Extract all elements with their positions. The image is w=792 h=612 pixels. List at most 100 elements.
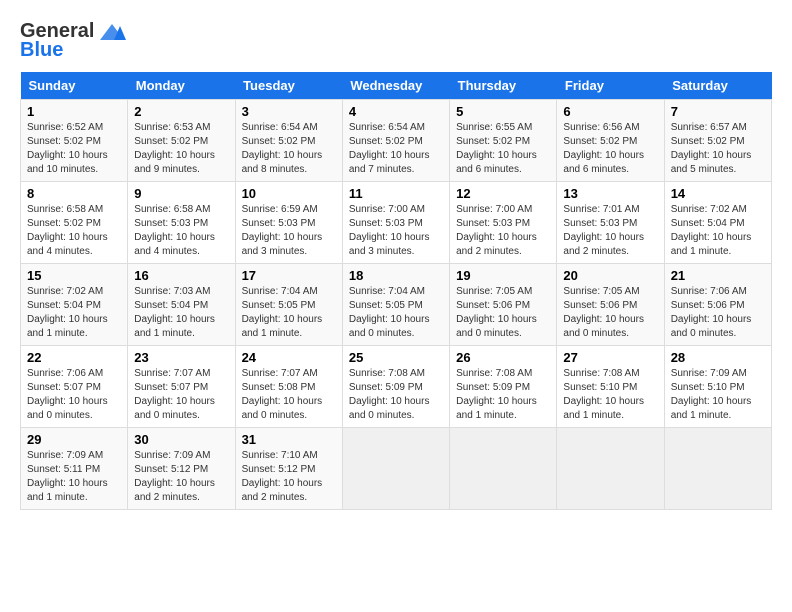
calendar-week-row: 22 Sunrise: 7:06 AMSunset: 5:07 PMDaylig… bbox=[21, 346, 772, 428]
calendar-table: SundayMondayTuesdayWednesdayThursdayFrid… bbox=[20, 72, 772, 510]
calendar-day-cell bbox=[342, 428, 449, 510]
calendar-day-cell: 28 Sunrise: 7:09 AMSunset: 5:10 PMDaylig… bbox=[664, 346, 771, 428]
calendar-day-cell: 17 Sunrise: 7:04 AMSunset: 5:05 PMDaylig… bbox=[235, 264, 342, 346]
day-number: 25 bbox=[349, 350, 443, 365]
day-number: 4 bbox=[349, 104, 443, 119]
day-number: 16 bbox=[134, 268, 228, 283]
day-number: 20 bbox=[563, 268, 657, 283]
day-info: Sunrise: 7:09 AMSunset: 5:10 PMDaylight:… bbox=[671, 368, 752, 421]
calendar-day-cell: 2 Sunrise: 6:53 AMSunset: 5:02 PMDayligh… bbox=[128, 100, 235, 182]
calendar-day-header: Tuesday bbox=[235, 72, 342, 100]
day-info: Sunrise: 7:04 AMSunset: 5:05 PMDaylight:… bbox=[242, 286, 323, 339]
calendar-day-cell: 22 Sunrise: 7:06 AMSunset: 5:07 PMDaylig… bbox=[21, 346, 128, 428]
day-number: 29 bbox=[27, 432, 121, 447]
day-info: Sunrise: 6:56 AMSunset: 5:02 PMDaylight:… bbox=[563, 122, 644, 175]
calendar-day-cell: 6 Sunrise: 6:56 AMSunset: 5:02 PMDayligh… bbox=[557, 100, 664, 182]
day-info: Sunrise: 7:06 AMSunset: 5:07 PMDaylight:… bbox=[27, 368, 108, 421]
calendar-day-cell: 4 Sunrise: 6:54 AMSunset: 5:02 PMDayligh… bbox=[342, 100, 449, 182]
calendar-day-cell: 31 Sunrise: 7:10 AMSunset: 5:12 PMDaylig… bbox=[235, 428, 342, 510]
day-info: Sunrise: 7:02 AMSunset: 5:04 PMDaylight:… bbox=[27, 286, 108, 339]
calendar-day-cell: 26 Sunrise: 7:08 AMSunset: 5:09 PMDaylig… bbox=[450, 346, 557, 428]
day-number: 18 bbox=[349, 268, 443, 283]
calendar-day-cell: 23 Sunrise: 7:07 AMSunset: 5:07 PMDaylig… bbox=[128, 346, 235, 428]
calendar-day-header: Friday bbox=[557, 72, 664, 100]
calendar-day-cell: 24 Sunrise: 7:07 AMSunset: 5:08 PMDaylig… bbox=[235, 346, 342, 428]
day-number: 21 bbox=[671, 268, 765, 283]
day-number: 2 bbox=[134, 104, 228, 119]
day-info: Sunrise: 6:55 AMSunset: 5:02 PMDaylight:… bbox=[456, 122, 537, 175]
day-number: 7 bbox=[671, 104, 765, 119]
calendar-week-row: 29 Sunrise: 7:09 AMSunset: 5:11 PMDaylig… bbox=[21, 428, 772, 510]
calendar-day-cell: 9 Sunrise: 6:58 AMSunset: 5:03 PMDayligh… bbox=[128, 182, 235, 264]
day-info: Sunrise: 7:08 AMSunset: 5:09 PMDaylight:… bbox=[349, 368, 430, 421]
day-number: 26 bbox=[456, 350, 550, 365]
day-number: 8 bbox=[27, 186, 121, 201]
day-info: Sunrise: 7:07 AMSunset: 5:08 PMDaylight:… bbox=[242, 368, 323, 421]
day-number: 15 bbox=[27, 268, 121, 283]
calendar-day-header: Monday bbox=[128, 72, 235, 100]
calendar-day-cell: 11 Sunrise: 7:00 AMSunset: 5:03 PMDaylig… bbox=[342, 182, 449, 264]
day-info: Sunrise: 7:01 AMSunset: 5:03 PMDaylight:… bbox=[563, 204, 644, 257]
calendar-week-row: 8 Sunrise: 6:58 AMSunset: 5:02 PMDayligh… bbox=[21, 182, 772, 264]
day-number: 28 bbox=[671, 350, 765, 365]
calendar-day-cell: 27 Sunrise: 7:08 AMSunset: 5:10 PMDaylig… bbox=[557, 346, 664, 428]
calendar-day-cell: 16 Sunrise: 7:03 AMSunset: 5:04 PMDaylig… bbox=[128, 264, 235, 346]
calendar-day-cell: 21 Sunrise: 7:06 AMSunset: 5:06 PMDaylig… bbox=[664, 264, 771, 346]
calendar-day-cell: 7 Sunrise: 6:57 AMSunset: 5:02 PMDayligh… bbox=[664, 100, 771, 182]
logo-icon bbox=[98, 22, 126, 42]
calendar-day-cell: 1 Sunrise: 6:52 AMSunset: 5:02 PMDayligh… bbox=[21, 100, 128, 182]
day-info: Sunrise: 6:54 AMSunset: 5:02 PMDaylight:… bbox=[242, 122, 323, 175]
calendar-day-cell bbox=[450, 428, 557, 510]
day-number: 10 bbox=[242, 186, 336, 201]
day-number: 17 bbox=[242, 268, 336, 283]
day-info: Sunrise: 7:07 AMSunset: 5:07 PMDaylight:… bbox=[134, 368, 215, 421]
calendar-week-row: 15 Sunrise: 7:02 AMSunset: 5:04 PMDaylig… bbox=[21, 264, 772, 346]
calendar-day-header: Saturday bbox=[664, 72, 771, 100]
calendar-day-header: Sunday bbox=[21, 72, 128, 100]
header: General Blue bbox=[20, 20, 772, 62]
calendar-day-cell: 12 Sunrise: 7:00 AMSunset: 5:03 PMDaylig… bbox=[450, 182, 557, 264]
day-number: 13 bbox=[563, 186, 657, 201]
day-number: 30 bbox=[134, 432, 228, 447]
day-info: Sunrise: 7:00 AMSunset: 5:03 PMDaylight:… bbox=[349, 204, 430, 257]
day-number: 19 bbox=[456, 268, 550, 283]
day-number: 1 bbox=[27, 104, 121, 119]
calendar-day-cell: 18 Sunrise: 7:04 AMSunset: 5:05 PMDaylig… bbox=[342, 264, 449, 346]
calendar-day-cell: 8 Sunrise: 6:58 AMSunset: 5:02 PMDayligh… bbox=[21, 182, 128, 264]
day-info: Sunrise: 7:08 AMSunset: 5:10 PMDaylight:… bbox=[563, 368, 644, 421]
calendar-day-cell bbox=[557, 428, 664, 510]
calendar-day-cell: 5 Sunrise: 6:55 AMSunset: 5:02 PMDayligh… bbox=[450, 100, 557, 182]
calendar-day-header: Wednesday bbox=[342, 72, 449, 100]
day-number: 9 bbox=[134, 186, 228, 201]
calendar-day-cell: 25 Sunrise: 7:08 AMSunset: 5:09 PMDaylig… bbox=[342, 346, 449, 428]
calendar-day-cell: 20 Sunrise: 7:05 AMSunset: 5:06 PMDaylig… bbox=[557, 264, 664, 346]
day-info: Sunrise: 7:05 AMSunset: 5:06 PMDaylight:… bbox=[456, 286, 537, 339]
calendar-day-cell: 30 Sunrise: 7:09 AMSunset: 5:12 PMDaylig… bbox=[128, 428, 235, 510]
day-info: Sunrise: 7:09 AMSunset: 5:11 PMDaylight:… bbox=[27, 450, 108, 503]
day-info: Sunrise: 7:08 AMSunset: 5:09 PMDaylight:… bbox=[456, 368, 537, 421]
calendar-body: 1 Sunrise: 6:52 AMSunset: 5:02 PMDayligh… bbox=[21, 100, 772, 510]
calendar-day-cell: 14 Sunrise: 7:02 AMSunset: 5:04 PMDaylig… bbox=[664, 182, 771, 264]
day-info: Sunrise: 6:52 AMSunset: 5:02 PMDaylight:… bbox=[27, 122, 108, 175]
day-number: 3 bbox=[242, 104, 336, 119]
day-info: Sunrise: 7:00 AMSunset: 5:03 PMDaylight:… bbox=[456, 204, 537, 257]
calendar-day-cell: 3 Sunrise: 6:54 AMSunset: 5:02 PMDayligh… bbox=[235, 100, 342, 182]
day-info: Sunrise: 7:09 AMSunset: 5:12 PMDaylight:… bbox=[134, 450, 215, 503]
day-info: Sunrise: 7:04 AMSunset: 5:05 PMDaylight:… bbox=[349, 286, 430, 339]
logo: General Blue bbox=[20, 20, 126, 62]
day-info: Sunrise: 7:05 AMSunset: 5:06 PMDaylight:… bbox=[563, 286, 644, 339]
day-info: Sunrise: 6:58 AMSunset: 5:02 PMDaylight:… bbox=[27, 204, 108, 257]
calendar-day-cell: 15 Sunrise: 7:02 AMSunset: 5:04 PMDaylig… bbox=[21, 264, 128, 346]
day-number: 27 bbox=[563, 350, 657, 365]
day-info: Sunrise: 6:58 AMSunset: 5:03 PMDaylight:… bbox=[134, 204, 215, 257]
day-info: Sunrise: 7:06 AMSunset: 5:06 PMDaylight:… bbox=[671, 286, 752, 339]
calendar-day-header: Thursday bbox=[450, 72, 557, 100]
calendar-day-cell: 13 Sunrise: 7:01 AMSunset: 5:03 PMDaylig… bbox=[557, 182, 664, 264]
day-info: Sunrise: 7:02 AMSunset: 5:04 PMDaylight:… bbox=[671, 204, 752, 257]
day-number: 23 bbox=[134, 350, 228, 365]
day-info: Sunrise: 7:10 AMSunset: 5:12 PMDaylight:… bbox=[242, 450, 323, 503]
day-info: Sunrise: 6:54 AMSunset: 5:02 PMDaylight:… bbox=[349, 122, 430, 175]
day-info: Sunrise: 6:57 AMSunset: 5:02 PMDaylight:… bbox=[671, 122, 752, 175]
day-number: 12 bbox=[456, 186, 550, 201]
day-info: Sunrise: 6:59 AMSunset: 5:03 PMDaylight:… bbox=[242, 204, 323, 257]
